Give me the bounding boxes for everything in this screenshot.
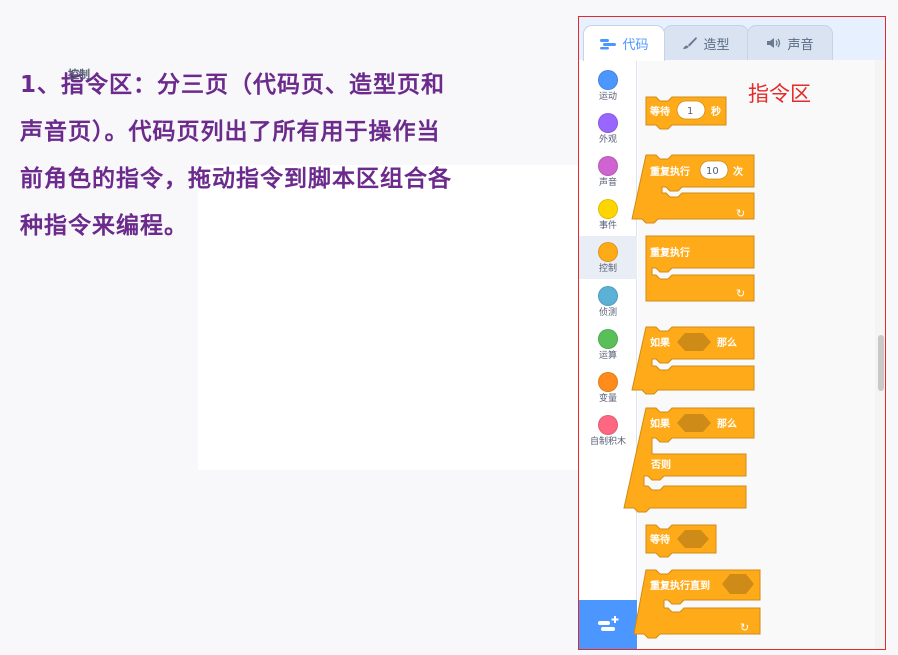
block-label: 如果 xyxy=(650,336,671,349)
block-unit: 次 xyxy=(733,165,743,178)
block-wait-seconds[interactable]: 等待 1 秒 xyxy=(645,96,727,130)
block-forever[interactable]: 重复执行 ↻ xyxy=(645,235,755,302)
number-input-value: 1 xyxy=(687,106,693,117)
block-unit: 秒 xyxy=(711,105,721,118)
number-input-value: 10 xyxy=(706,166,719,177)
block-wait-until[interactable]: 等待 xyxy=(645,524,717,558)
block-repeat[interactable]: 重复执行 10 次 ↻ xyxy=(631,154,755,224)
loop-arrow-icon: ↻ xyxy=(740,621,749,634)
block-label: 等待 xyxy=(650,105,670,118)
loop-arrow-icon: ↻ xyxy=(736,207,745,220)
block-label: 重复执行 xyxy=(650,165,690,178)
block-label: 等待 xyxy=(650,533,670,546)
block-then-label: 那么 xyxy=(717,417,737,430)
block-then-label: 那么 xyxy=(717,336,737,349)
loop-arrow-icon: ↻ xyxy=(736,287,745,300)
block-label: 重复执行 xyxy=(650,246,690,259)
code-icon xyxy=(600,38,617,49)
blocks-layer: 等待 1 秒 重复执行 10 次 ↻ 重复执行 ↻ 如果 那么 如果 那么 否则… xyxy=(623,96,761,639)
block-label: 重复执行直到 xyxy=(650,579,710,592)
block-repeat-until[interactable]: 重复执行直到 ↻ xyxy=(633,569,761,639)
block-label: 如果 xyxy=(650,417,671,430)
block-if-then[interactable]: 如果 那么 xyxy=(631,326,755,395)
tab-code[interactable]: 代码 xyxy=(583,25,665,61)
block-else-label: 否则 xyxy=(650,458,671,471)
block-if-else[interactable]: 如果 那么 否则 xyxy=(623,407,755,513)
tab-label: 代码 xyxy=(622,38,649,53)
